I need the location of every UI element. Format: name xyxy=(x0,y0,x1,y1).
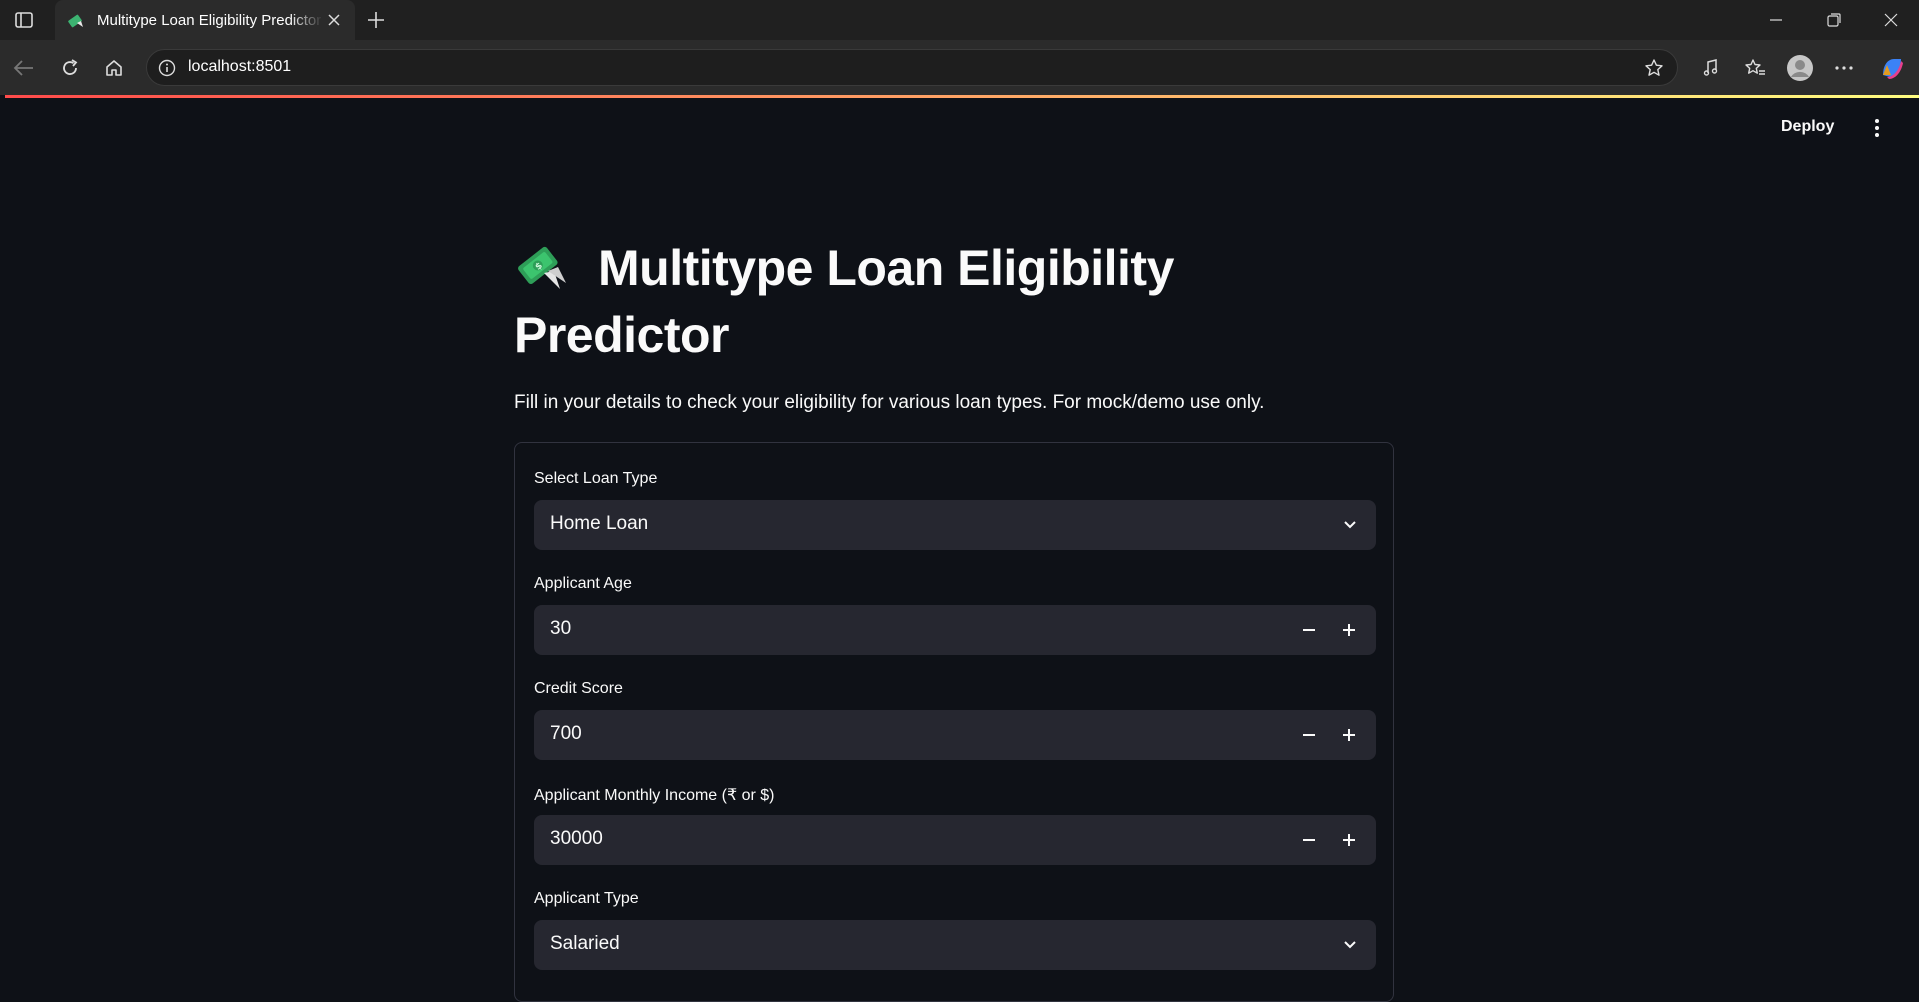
reload-icon[interactable] xyxy=(56,54,84,82)
minus-icon[interactable] xyxy=(1294,615,1324,645)
plus-icon[interactable] xyxy=(364,8,388,32)
page-title-text: Multitype Loan Eligibility Predictor xyxy=(514,240,1174,363)
minus-icon[interactable] xyxy=(1294,720,1324,750)
music-note-icon[interactable] xyxy=(1697,54,1725,82)
income-value[interactable]: 30000 xyxy=(550,828,603,850)
loan-type-label: Select Loan Type xyxy=(534,470,658,487)
page-title: $ Multitype Loan Eligibility Predictor xyxy=(514,235,1314,369)
income-input[interactable]: 30000 xyxy=(534,815,1376,865)
copilot-icon[interactable] xyxy=(1878,54,1906,82)
sidebar-icon[interactable] xyxy=(12,9,36,31)
avatar-icon[interactable] xyxy=(1786,54,1814,82)
applicant-type-value: Salaried xyxy=(550,933,620,954)
restore-icon[interactable] xyxy=(1806,0,1862,40)
credit-score-value[interactable]: 700 xyxy=(550,723,582,745)
plus-icon[interactable] xyxy=(1334,615,1364,645)
home-icon[interactable] xyxy=(100,54,128,82)
age-value[interactable]: 30 xyxy=(550,618,571,640)
intro-text: Fill in your details to check your eligi… xyxy=(514,392,1265,413)
address-bar[interactable]: localhost:8501 xyxy=(146,49,1678,86)
close-icon[interactable] xyxy=(325,11,343,29)
money-wings-icon: $ xyxy=(514,239,572,291)
income-label: Applicant Monthly Income (₹ or $) xyxy=(534,787,775,804)
chevron-down-icon[interactable] xyxy=(1340,935,1360,955)
age-input[interactable]: 30 xyxy=(534,605,1376,655)
app-viewport: Deploy $ Multitype Loan Eligibility Pred… xyxy=(5,95,1919,1002)
applicant-type-label: Applicant Type xyxy=(534,890,639,907)
age-label: Applicant Age xyxy=(534,575,632,592)
favorites-icon[interactable] xyxy=(1741,54,1769,82)
minimize-icon[interactable] xyxy=(1748,0,1804,40)
credit-score-label: Credit Score xyxy=(534,680,623,697)
plus-icon[interactable] xyxy=(1334,825,1364,855)
url-text[interactable]: localhost:8501 xyxy=(188,58,291,76)
browser-toolbar: localhost:8501 xyxy=(0,40,1919,95)
info-icon[interactable] xyxy=(157,58,177,78)
main-menu-icon[interactable] xyxy=(1867,117,1887,139)
star-icon[interactable] xyxy=(1643,57,1665,79)
loan-type-select[interactable]: Home Loan xyxy=(534,500,1376,550)
money-wings-icon xyxy=(67,11,85,29)
browser-tab[interactable]: Multitype Loan Eligibility Predictor xyxy=(55,0,355,40)
tab-title: Multitype Loan Eligibility Predictor xyxy=(97,11,322,29)
chevron-down-icon[interactable] xyxy=(1340,515,1360,535)
ellipsis-icon[interactable] xyxy=(1830,54,1858,82)
applicant-type-select[interactable]: Salaried xyxy=(534,920,1376,970)
minus-icon[interactable] xyxy=(1294,825,1324,855)
back-arrow-icon[interactable] xyxy=(10,54,38,82)
loan-form: Select Loan Type Home Loan Applicant Age… xyxy=(514,442,1394,1002)
loan-type-value: Home Loan xyxy=(550,513,649,534)
credit-score-input[interactable]: 700 xyxy=(534,710,1376,760)
deploy-button[interactable]: Deploy xyxy=(1781,118,1834,136)
header-decoration-bar xyxy=(5,95,1919,98)
plus-icon[interactable] xyxy=(1334,720,1364,750)
browser-tab-bar: Multitype Loan Eligibility Predictor xyxy=(0,0,1919,40)
window-close-icon[interactable] xyxy=(1863,0,1919,40)
